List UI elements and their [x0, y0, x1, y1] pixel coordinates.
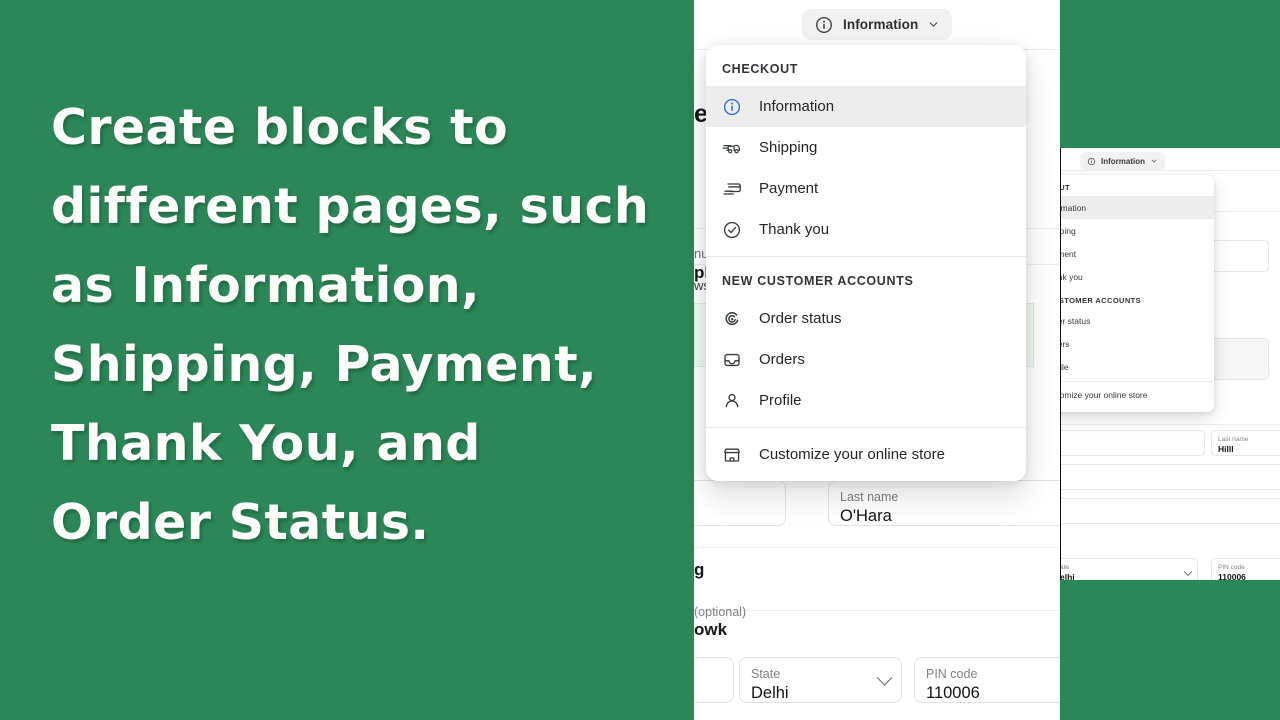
field-value: 110006 [1218, 572, 1246, 580]
inset-menu-item-label: yment [1061, 248, 1077, 259]
menu-item-information[interactable]: Information [706, 86, 1026, 127]
form-divider [694, 610, 1060, 611]
page-dropdown-menu[interactable]: CHECKOUT Information Shipping Payment Th… [706, 45, 1026, 481]
field-label: Last name [840, 490, 899, 504]
menu-item-label: Payment [759, 180, 819, 197]
menu-item-label: Information [759, 98, 835, 115]
inset-page-dropdown-menu[interactable]: OUT ormation ipping yment ank you USTOME… [1060, 175, 1214, 412]
menu-item-shipping[interactable]: Shipping [706, 127, 1026, 168]
menu-item-label: Orders [759, 351, 805, 368]
order-status-icon [725, 311, 739, 325]
promo-backdrop-bottom-right [1060, 580, 1280, 720]
menu-section-heading-new-customer-accounts: NEW CUSTOMER ACCOUNTS [722, 274, 914, 288]
field-value: Hilll [1218, 444, 1234, 454]
form-text-fragment: (optional) [694, 605, 747, 619]
page-selector-label: Information [843, 17, 919, 32]
field-label: PIN code [926, 667, 978, 681]
menu-item-order-status[interactable]: Order status [706, 298, 1026, 339]
storefront-icon [723, 448, 741, 462]
inset-menu-item-label: ders [1061, 338, 1070, 349]
form-text-fragment: g [694, 560, 705, 579]
pin-code-field[interactable]: PIN code 110006 [914, 657, 1060, 703]
field-value: 110006 [926, 684, 980, 702]
menu-item-label: Shipping [759, 139, 818, 156]
menu-item-thank-you[interactable]: Thank you [706, 209, 1026, 250]
inset-page-selector-button[interactable]: Information [1080, 152, 1165, 170]
checkout-editor-inset-screenshot: Information Last name Hilll ate elhi PIN… [1060, 148, 1280, 580]
menu-item-label: Profile [759, 392, 802, 409]
inset-menu-item-payment[interactable]: yment [1061, 242, 1214, 265]
inset-pin-code-field[interactable]: PIN code 110006 [1211, 558, 1280, 580]
form-divider [694, 547, 1060, 548]
field-value: elhi [1060, 572, 1075, 580]
inset-menu-item-label: stomize your online store [1060, 390, 1148, 400]
menu-item-label: Customize your online store [759, 446, 945, 463]
inset-divider [1061, 424, 1280, 425]
menu-item-orders[interactable]: Orders [706, 339, 1026, 380]
field-value: O'Hara [840, 507, 892, 525]
inset-menu-item-thank-you[interactable]: ank you [1061, 265, 1214, 288]
field-value: Delhi [751, 684, 789, 702]
menu-item-payment[interactable]: Payment [706, 168, 1026, 209]
menu-item-profile[interactable]: Profile [706, 380, 1026, 421]
inset-menu-item-label: ormation [1060, 202, 1087, 213]
inset-state-select[interactable]: ate elhi [1060, 558, 1198, 580]
field-label: Last name [1218, 436, 1249, 443]
info-circle-icon [723, 98, 741, 115]
field-label: State [751, 667, 781, 681]
first-name-field[interactable] [694, 480, 786, 526]
inset-menu-item-label: ipping [1060, 225, 1076, 236]
city-field[interactable] [694, 657, 734, 703]
field-label: PIN code [1218, 564, 1245, 571]
inset-menu-item-label: der status [1061, 315, 1091, 326]
inset-apartment-field[interactable] [1061, 498, 1280, 524]
info-circle-icon [816, 16, 832, 33]
state-select[interactable]: State Delhi [739, 657, 902, 703]
inset-menu-item-profile[interactable]: ofile [1060, 355, 1214, 378]
info-circle-icon [1087, 157, 1096, 165]
check-circle-icon [723, 221, 741, 238]
inset-menu-section-heading: OUT [1060, 183, 1071, 192]
inbox-icon [724, 353, 740, 366]
inset-menu-item-order-status[interactable]: der status [1061, 309, 1214, 332]
screenshot-stage: Information e nu pl ws Last name O'Hara … [0, 0, 1280, 720]
inset-menu-item-label: ank you [1061, 271, 1083, 282]
editor-topbar: Information [694, 0, 1060, 50]
promo-panel: Create blocks to different pages, such a… [0, 0, 694, 720]
credit-card-swipe-icon [723, 182, 741, 195]
promo-backdrop-top-right [1060, 0, 1280, 148]
page-selector-button[interactable]: Information [802, 9, 953, 40]
menu-section-heading-checkout: CHECKOUT [722, 62, 799, 76]
inset-menu-item-orders[interactable]: ders [1061, 332, 1214, 355]
delivery-truck-icon [722, 144, 740, 153]
inset-divider [1061, 170, 1280, 171]
menu-item-customize-store[interactable]: Customize your online store [706, 434, 1026, 475]
inset-menu-section-heading: USTOMER ACCOUNTS [1060, 296, 1142, 305]
inset-page-selector-label: Information [1101, 156, 1145, 166]
inset-first-name-field[interactable] [1061, 430, 1205, 456]
inset-menu-item-customize-store[interactable]: stomize your online store [1060, 382, 1214, 408]
inset-menu-item-information[interactable]: ormation [1060, 196, 1214, 219]
menu-item-label: Order status [759, 310, 842, 327]
field-label: ate [1060, 564, 1070, 571]
menu-item-label: Thank you [759, 221, 830, 238]
chevron-down-icon [930, 22, 938, 27]
inset-address-search-field[interactable] [1061, 464, 1280, 490]
inset-last-name-field[interactable]: Last name Hilll [1211, 430, 1280, 456]
last-name-field[interactable]: Last name O'Hara [828, 480, 1060, 526]
inset-menu-item-shipping[interactable]: ipping [1060, 219, 1214, 242]
inset-menu-item-label: ofile [1060, 361, 1069, 372]
chevron-down-icon [1151, 159, 1157, 163]
promo-headline: Create blocks to different pages, such a… [51, 99, 650, 551]
form-text-fragment: owk [694, 620, 728, 639]
person-icon [725, 393, 739, 407]
menu-divider [706, 427, 1026, 428]
